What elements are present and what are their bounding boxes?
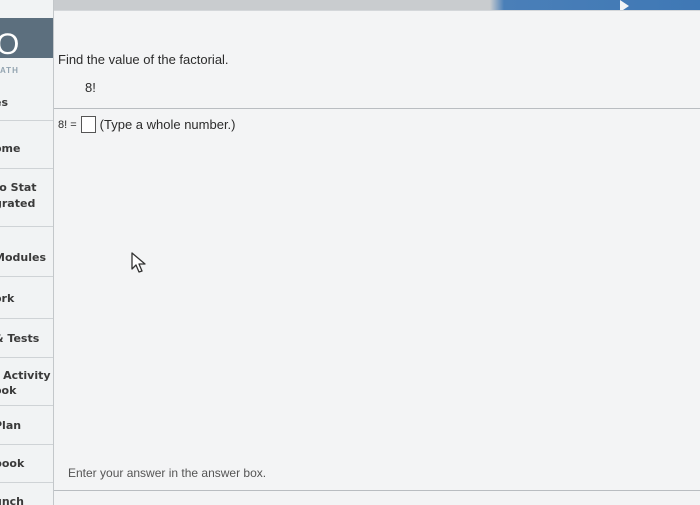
sidebar-item-label: & Tests bbox=[0, 332, 40, 345]
mouse-pointer-icon bbox=[130, 252, 148, 279]
sidebar-item-label: Plan bbox=[0, 419, 22, 432]
sidebar-item-label: Modules bbox=[0, 251, 46, 264]
sidebar-divider bbox=[0, 482, 53, 483]
sidebar-divider bbox=[0, 405, 53, 406]
logo-subtext: ATH bbox=[0, 66, 19, 75]
sidebar-item-label: ork bbox=[0, 292, 15, 305]
sidebar-item-quizzes-tests[interactable]: & Tests bbox=[0, 332, 53, 346]
sidebar-item-label: grated bbox=[0, 197, 36, 210]
sidebar-item-activity[interactable]: t Activity bbox=[0, 369, 53, 383]
panel-top-border bbox=[54, 10, 700, 11]
sidebar-divider bbox=[0, 318, 53, 319]
sidebar-item-label: to Stat bbox=[0, 181, 37, 194]
sidebar-item-label: book bbox=[0, 457, 25, 470]
logo[interactable]: O ATH bbox=[0, 18, 53, 75]
sidebar-item-intro-stat[interactable]: to Stat bbox=[0, 181, 53, 195]
sidebar-item-label: ome bbox=[0, 142, 21, 155]
sidebar-divider bbox=[0, 226, 53, 227]
answer-row: 8! = (Type a whole number.) bbox=[58, 116, 236, 133]
top-window-strip bbox=[0, 0, 700, 10]
sidebar-item-gradebook[interactable]: ook bbox=[0, 384, 53, 398]
question-title: Find the value of the factorial. bbox=[58, 52, 229, 67]
sidebar-divider bbox=[0, 168, 53, 169]
question-divider bbox=[54, 108, 700, 109]
sidebar-nav: O ATH es ome to Stat grated Modules ork … bbox=[0, 0, 54, 505]
question-panel bbox=[54, 10, 700, 505]
sidebar-item-integrated[interactable]: grated bbox=[0, 197, 53, 211]
sidebar-item-label: ook bbox=[0, 384, 17, 397]
sidebar-divider bbox=[0, 276, 53, 277]
sidebar-divider bbox=[0, 444, 53, 445]
sidebar-item-launch[interactable]: unch bbox=[0, 495, 53, 505]
sidebar-item-modules[interactable]: Modules bbox=[0, 251, 53, 265]
sidebar-item-courses[interactable]: es bbox=[0, 96, 53, 110]
sidebar-divider bbox=[0, 120, 53, 121]
sidebar-item-homework[interactable]: ork bbox=[0, 292, 53, 306]
sidebar-divider bbox=[0, 357, 53, 358]
sidebar-item-home[interactable]: ome bbox=[0, 142, 53, 156]
logo-text: O bbox=[0, 30, 19, 60]
sidebar-item-ebook[interactable]: book bbox=[0, 457, 53, 471]
sidebar-item-label: t Activity bbox=[0, 369, 51, 382]
sidebar-item-study-plan[interactable]: Plan bbox=[0, 419, 53, 433]
answer-input[interactable] bbox=[80, 116, 96, 133]
question-expression: 8! bbox=[85, 80, 96, 95]
sidebar-item-label: unch bbox=[0, 495, 25, 505]
footer-divider bbox=[54, 490, 700, 491]
sidebar-item-label: es bbox=[0, 96, 9, 109]
footer-message: Enter your answer in the answer box. bbox=[68, 466, 267, 480]
answer-label: 8! = bbox=[58, 118, 77, 131]
answer-hint: (Type a whole number.) bbox=[99, 117, 236, 132]
